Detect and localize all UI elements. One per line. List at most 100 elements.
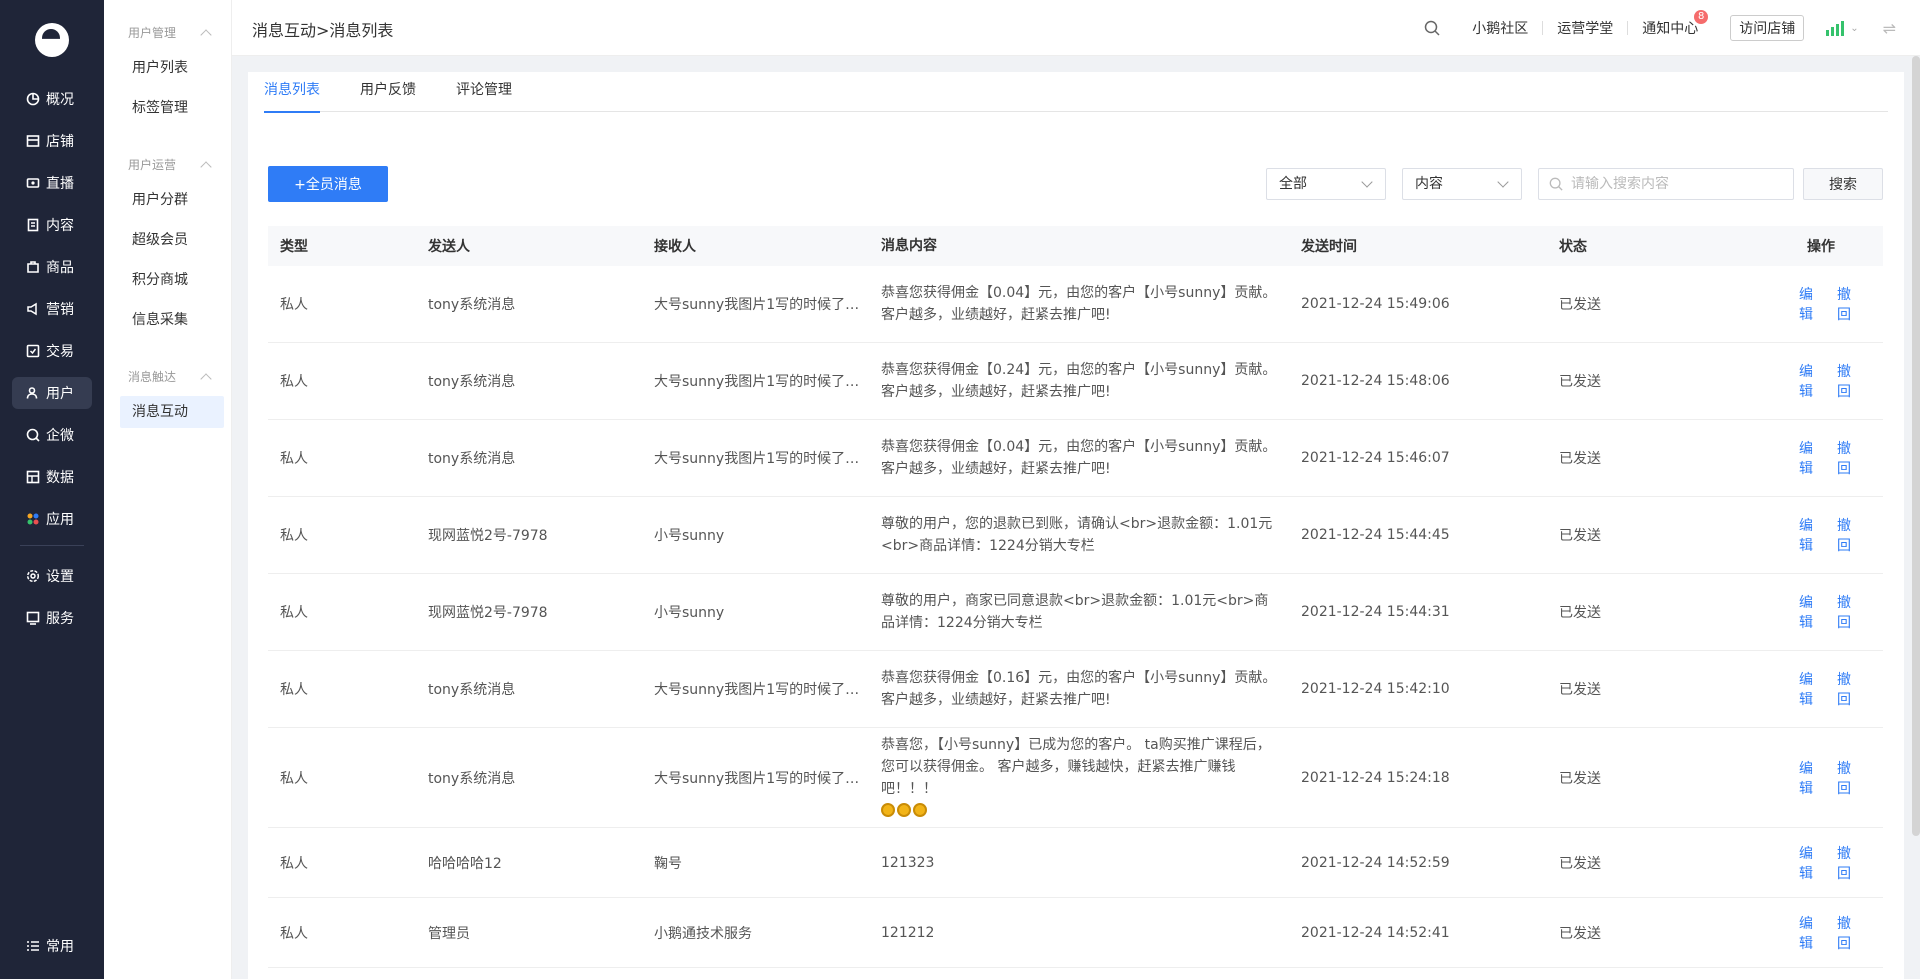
search-icon xyxy=(1549,177,1563,191)
nav-item-label: 设置 xyxy=(46,569,74,585)
header-actions: 操作 xyxy=(1807,239,1835,255)
cell-actions: 编辑 撤回 xyxy=(1707,284,1883,324)
store-icon xyxy=(26,134,40,148)
cell-sender: 管理员 xyxy=(428,925,470,942)
revoke-button[interactable]: 撤回 xyxy=(1837,592,1859,632)
community-link[interactable]: 小鹅社区 xyxy=(1458,18,1542,38)
nav-item-trade[interactable]: 交易 xyxy=(12,335,92,367)
revoke-button[interactable]: 撤回 xyxy=(1837,669,1859,709)
revoke-button[interactable]: 撤回 xyxy=(1837,438,1859,478)
cell-content: 恭喜您获得佣金【0.16】元，由您的客户【小号sunny】贡献。客户越多，业绩越… xyxy=(869,667,1289,711)
subnav-item-super-member[interactable]: 超级会员 xyxy=(120,224,224,256)
nav-item-label: 营销 xyxy=(46,302,74,318)
cell-receiver: 小号sunny xyxy=(642,602,869,622)
service-icon xyxy=(26,611,40,625)
notification-center-link[interactable]: 通知中心 8 xyxy=(1628,10,1712,38)
search-input[interactable] xyxy=(1571,176,1771,192)
nav-item-gear[interactable]: 设置 xyxy=(12,560,92,592)
table-row: 私人 tony系统消息 大号sunny我图片1写的时候了吧... 恭喜您获得佣金【0.… xyxy=(268,651,1883,728)
subnav-item-user-list[interactable]: 用户列表 xyxy=(120,52,224,84)
table-row: 私人 tony系统消息 大号sunny我图片1写的时候了吧... 恭喜您获得佣金【0.… xyxy=(268,266,1883,343)
field-filter-select[interactable]: 内容 xyxy=(1402,168,1522,200)
cell-type: 私人 xyxy=(280,605,308,621)
edit-button[interactable]: 编辑 xyxy=(1799,284,1821,324)
cell-time: 2021-12-24 15:44:31 xyxy=(1301,604,1450,620)
cell-status: 已发送 xyxy=(1559,855,1601,872)
cell-content: 121323 xyxy=(869,852,1289,874)
cell-sender: tony系统消息 xyxy=(428,297,516,313)
nav-item-user[interactable]: 用户 xyxy=(12,377,92,409)
cell-status: 已发送 xyxy=(1559,925,1601,942)
search-box[interactable] xyxy=(1538,168,1794,200)
nav-item-service[interactable]: 服务 xyxy=(12,602,92,634)
cell-content-text: 恭喜您获得佣金【0.04】元，由您的客户【小号sunny】贡献。客户越多，业绩越… xyxy=(881,439,1277,477)
revoke-button[interactable]: 撤回 xyxy=(1837,843,1859,883)
edit-button[interactable]: 编辑 xyxy=(1799,843,1821,883)
cell-receiver: 鞠号 xyxy=(642,853,869,873)
subnav-item-info-collect[interactable]: 信息采集 xyxy=(120,304,224,336)
subnav-group-user-manage[interactable]: 用户管理 xyxy=(128,24,216,41)
cell-time: 2021-12-24 14:52:59 xyxy=(1301,854,1450,871)
subnav-item-tag-manage[interactable]: 标签管理 xyxy=(120,92,224,124)
subnav-group-message[interactable]: 消息触达 xyxy=(128,368,216,385)
nav-item-store[interactable]: 店铺 xyxy=(12,125,92,157)
page-scrollbar[interactable] xyxy=(1912,56,1920,836)
chevron-down-icon[interactable]: ⌄ xyxy=(1850,23,1858,34)
tab-comment-manage[interactable]: 评论管理 xyxy=(456,72,512,112)
edit-button[interactable]: 编辑 xyxy=(1799,592,1821,632)
nav-item-live[interactable]: 直播 xyxy=(12,167,92,199)
edit-button[interactable]: 编辑 xyxy=(1799,913,1821,953)
edit-button[interactable]: 编辑 xyxy=(1799,361,1821,401)
switch-icon[interactable]: ⇌ xyxy=(1883,19,1896,38)
nav-item-pie-chart[interactable]: 概况 xyxy=(12,83,92,115)
brand-logo[interactable] xyxy=(35,23,69,57)
edit-button[interactable]: 编辑 xyxy=(1799,438,1821,478)
header-time: 发送时间 xyxy=(1301,239,1357,255)
nav-item-label: 内容 xyxy=(46,218,74,234)
revoke-button[interactable]: 撤回 xyxy=(1837,515,1859,555)
subnav-item-points-mall[interactable]: 积分商城 xyxy=(120,264,224,296)
chevron-down-icon xyxy=(1497,176,1509,188)
academy-link[interactable]: 运营学堂 xyxy=(1543,18,1627,38)
nav-item-data[interactable]: 数据 xyxy=(12,461,92,493)
cell-content: 尊敬的用户，商家已同意退款<br>退款金额：1.01元<br>商品详情：1224… xyxy=(869,590,1289,634)
subnav-item-user-segment[interactable]: 用户分群 xyxy=(120,184,224,216)
cell-status: 已发送 xyxy=(1559,528,1601,544)
edit-button[interactable]: 编辑 xyxy=(1799,758,1821,798)
tab-message-list[interactable]: 消息列表 xyxy=(264,72,320,113)
revoke-button[interactable]: 撤回 xyxy=(1837,284,1859,324)
search-button[interactable]: 搜索 xyxy=(1803,168,1883,200)
nav-item-goods[interactable]: 商品 xyxy=(12,251,92,283)
visit-store-button[interactable]: 访问店铺 xyxy=(1730,15,1805,41)
revoke-button[interactable]: 撤回 xyxy=(1837,913,1859,953)
cell-content-text: 恭喜您，【小号sunny】已成为您的客户。 ta购买推广课程后，您可以获得佣金。… xyxy=(881,736,1271,797)
cell-receiver-text: 鞠号 xyxy=(654,855,682,872)
subnav-group-user-ops[interactable]: 用户运营 xyxy=(128,156,216,173)
cell-actions: 编辑 撤回 xyxy=(1707,515,1883,555)
edit-button[interactable]: 编辑 xyxy=(1799,515,1821,555)
nav-item-megaphone[interactable]: 营销 xyxy=(12,293,92,325)
nav-item-label: 企微 xyxy=(46,428,74,444)
message-table: 类型 发送人 接收人 消息内容 发送时间 状态 操作 私人 tony系统消息 大号s… xyxy=(268,226,1883,968)
table-row: 私人 管理员 小鹅通技术服务 121212 2021-12-24 14:52:41 已发送… xyxy=(268,898,1883,968)
revoke-button[interactable]: 撤回 xyxy=(1837,361,1859,401)
cell-sender: tony系统消息 xyxy=(428,374,516,390)
cell-type: 私人 xyxy=(280,770,308,787)
nav-item-common[interactable]: 常用 xyxy=(12,930,92,962)
tab-user-feedback[interactable]: 用户反馈 xyxy=(360,72,416,112)
search-icon[interactable] xyxy=(1424,20,1440,36)
signal-icon[interactable] xyxy=(1826,20,1846,36)
edit-button[interactable]: 编辑 xyxy=(1799,669,1821,709)
broadcast-message-button[interactable]: +全员消息 xyxy=(268,166,388,202)
subnav-item-message-interaction[interactable]: 消息互动 xyxy=(120,396,224,428)
cell-time: 2021-12-24 15:44:45 xyxy=(1301,527,1450,543)
cell-actions: 编辑 撤回 xyxy=(1707,843,1883,883)
cell-receiver-text: 小号sunny xyxy=(654,528,725,544)
revoke-button[interactable]: 撤回 xyxy=(1837,758,1859,798)
cell-time: 2021-12-24 15:48:06 xyxy=(1301,373,1450,389)
nav-item-apps[interactable]: 应用 xyxy=(12,503,92,535)
nav-item-wecom[interactable]: 企微 xyxy=(12,419,92,451)
nav-item-document[interactable]: 内容 xyxy=(12,209,92,241)
nav-item-label: 商品 xyxy=(46,260,74,276)
type-filter-select[interactable]: 全部 xyxy=(1266,168,1386,200)
